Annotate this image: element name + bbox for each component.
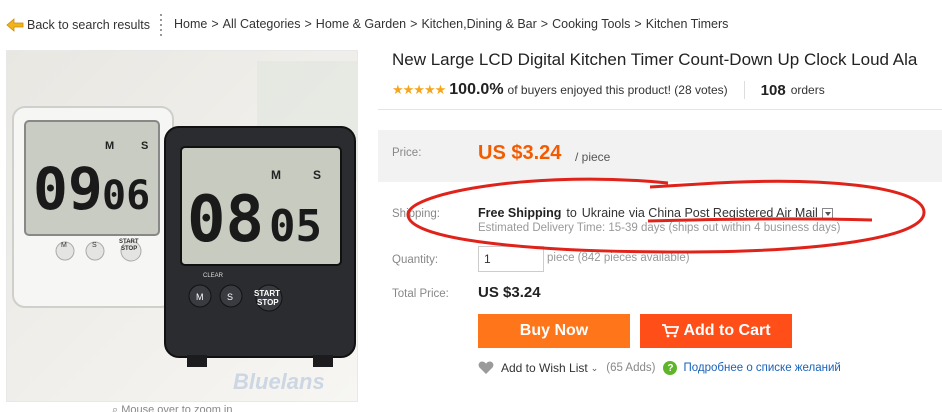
total-price: US $3.24 <box>478 284 541 301</box>
svg-text:START: START <box>119 239 139 245</box>
svg-text:05: 05 <box>269 201 322 252</box>
chevron-down-icon[interactable]: ⌄ <box>591 363 599 374</box>
svg-text:08: 08 <box>187 183 264 257</box>
buy-now-label: Buy Now <box>519 322 589 339</box>
cart-icon <box>662 324 680 338</box>
shipping-dropdown-icon[interactable] <box>821 207 833 219</box>
svg-text:S: S <box>313 168 321 182</box>
back-label: Back to search results <box>27 18 150 32</box>
shipping-row: Free Shipping to Ukraine via China Post … <box>478 206 833 220</box>
star-rating-icon[interactable]: ★★★★★ <box>392 82 446 98</box>
svg-text:06: 06 <box>102 173 150 219</box>
rating-percent: 100.0% <box>449 81 504 98</box>
rating-text[interactable]: of buyers enjoyed this product! (28 vote… <box>508 83 728 97</box>
add-to-wish-list-link[interactable]: Add to Wish List <box>501 361 588 375</box>
help-icon[interactable]: ? <box>663 361 678 375</box>
svg-text:M: M <box>105 140 114 152</box>
zoom-hint: ⌕ Mouse over to zoom in <box>112 404 233 412</box>
shipping-method[interactable]: via China Post Registered Air Mail <box>629 206 818 220</box>
svg-text:S: S <box>227 292 233 302</box>
estimated-delivery: Estimated Delivery Time: 15-39 days (shi… <box>478 222 841 234</box>
crumb-all-categories[interactable]: All Categories <box>223 17 301 31</box>
watermark: Bluelans <box>233 369 325 394</box>
price-unit: / piece <box>575 150 611 164</box>
shipping-country[interactable]: Ukraine <box>582 206 625 220</box>
quantity-input[interactable] <box>478 246 544 272</box>
svg-text:STOP: STOP <box>257 298 279 307</box>
wish-list-info-link[interactable]: Подробнее о списке желаний <box>683 362 840 374</box>
svg-text:S: S <box>141 140 148 152</box>
svg-text:M: M <box>61 242 67 249</box>
free-shipping: Free Shipping <box>478 206 562 220</box>
svg-text:CLEAR: CLEAR <box>203 273 224 279</box>
total-label: Total Price: <box>392 288 449 300</box>
orders-count: 108 <box>760 81 786 99</box>
crumb-kitchen-timers[interactable]: Kitchen Timers <box>646 17 729 31</box>
svg-text:START: START <box>254 289 280 298</box>
price-label: Price: <box>392 147 422 159</box>
rating-row: ★★★★★ 100.0% of buyers enjoyed this prod… <box>392 80 825 100</box>
orders-label: orders <box>790 83 825 97</box>
product-title: New Large LCD Digital Kitchen Timer Coun… <box>392 50 918 69</box>
black-timer: 08 05 M S CLEAR M S START STOP <box>164 126 356 367</box>
add-to-cart-label: Add to Cart <box>683 322 771 339</box>
shipping-to: to <box>566 206 577 220</box>
svg-text:S: S <box>92 242 97 249</box>
add-to-cart-button[interactable]: Add to Cart <box>640 314 792 348</box>
heart-icon <box>478 361 494 374</box>
back-to-search-link[interactable]: Back to search results <box>6 15 150 35</box>
crumb-cooking-tools[interactable]: Cooking Tools <box>552 17 630 31</box>
breadcrumb-divider <box>160 14 162 36</box>
svg-text:M: M <box>196 292 204 302</box>
product-image[interactable]: 09 06 M S M S START STOP 08 05 M S CLEAR… <box>6 50 358 402</box>
buy-now-button[interactable]: Buy Now <box>478 314 630 348</box>
back-arrow-icon <box>6 18 24 32</box>
wish-adds-count: (65 Adds) <box>606 362 656 374</box>
crumb-kitchen-dining[interactable]: Kitchen,Dining & Bar <box>421 17 536 31</box>
rating-divider <box>743 81 745 99</box>
white-timer: 09 06 M S M S START STOP <box>12 106 174 308</box>
price-value: US $3.24 <box>478 142 562 164</box>
divider <box>378 109 942 110</box>
breadcrumb: Home > All Categories > Home & Garden > Kitche… <box>174 17 729 31</box>
zoom-icon: ⌕ <box>112 404 122 412</box>
crumb-home[interactable]: Home <box>174 17 207 31</box>
breadcrumb-bar: Back to search results Home > All Categori… <box>0 0 942 44</box>
quantity-info: piece (842 pieces available) <box>547 252 690 264</box>
white-timer-digits-icon: 09 <box>33 155 103 223</box>
shipping-label: Shipping: <box>392 208 440 220</box>
quantity-label: Quantity: <box>392 254 439 266</box>
price-box <box>378 130 942 182</box>
product-photo: 09 06 M S M S START STOP 08 05 M S CLEAR… <box>7 51 357 401</box>
svg-text:STOP: STOP <box>121 246 137 252</box>
wish-list-row: Add to Wish List ⌄ (65 Adds) ? Подробнее… <box>478 360 841 376</box>
crumb-home-garden[interactable]: Home & Garden <box>316 17 406 31</box>
svg-text:M: M <box>271 168 281 182</box>
